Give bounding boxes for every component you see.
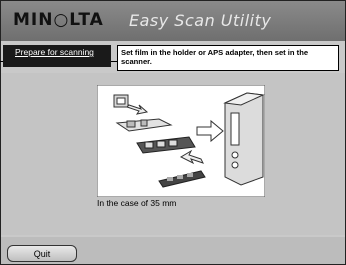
app-window: MIN○LTA Easy Scan Utility Prepare for sc… <box>0 0 346 265</box>
instruction-text: Set film in the holder or APS adapter, t… <box>117 45 339 71</box>
app-title: Easy Scan Utility <box>129 11 272 30</box>
illustration-caption: In the case of 35 mm <box>97 198 177 208</box>
header-bar: MIN○LTA Easy Scan Utility <box>1 1 345 41</box>
quit-button[interactable]: Quit <box>7 245 77 262</box>
brand-logo: MIN○LTA <box>13 10 104 30</box>
step-label: Prepare for scanning <box>3 45 111 67</box>
film-loading-illustration <box>97 85 265 197</box>
